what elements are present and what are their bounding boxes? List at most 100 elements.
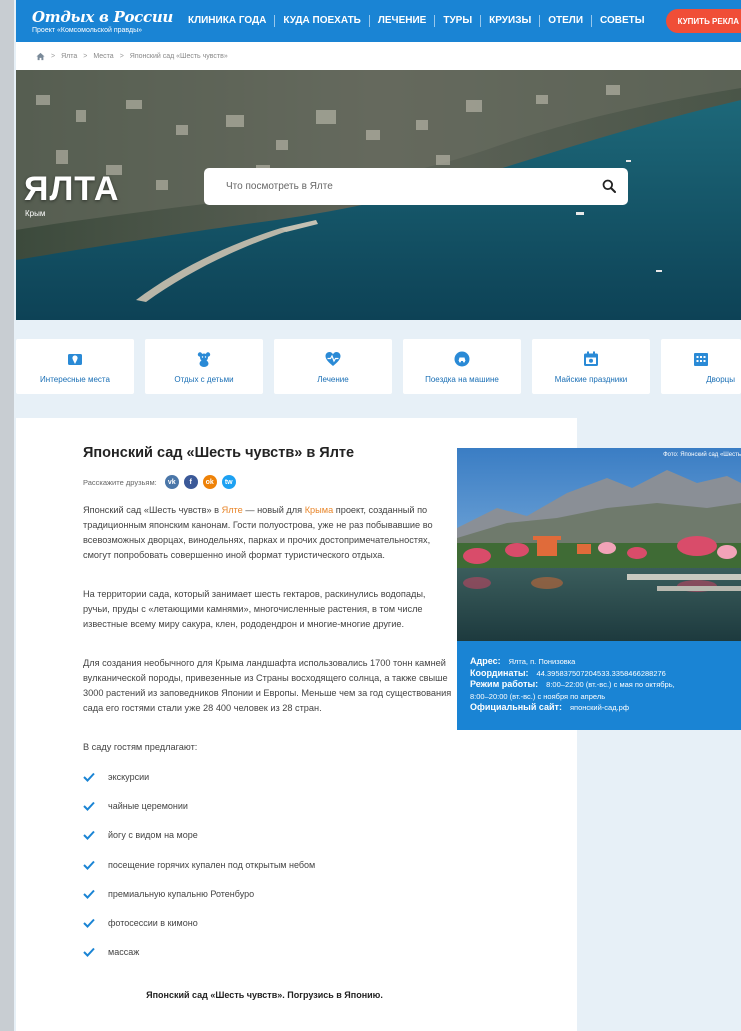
nav-item-tours[interactable]: ТУРЫ	[435, 15, 482, 27]
category-label: Интересные места	[40, 375, 110, 384]
info-value: Ялта, п. Понизовка	[508, 657, 576, 666]
category-car-trip[interactable]: Поездка на машине	[403, 339, 521, 394]
search-input[interactable]	[226, 181, 586, 192]
share-bar: Расскажите друзьям: vk f ok tw	[83, 475, 241, 489]
check-icon	[83, 889, 95, 899]
category-palaces[interactable]: Дворцы	[661, 339, 741, 394]
list-item-text: фотосессии в кимоно	[108, 918, 198, 929]
search-icon[interactable]	[602, 179, 616, 193]
check-icon	[83, 831, 95, 841]
list-item: экскурсии	[83, 762, 315, 791]
check-icon	[83, 948, 95, 958]
list-item: чайные церемонии	[83, 791, 315, 820]
garden-photo[interactable]: Фото: Японский сад «Шесть	[457, 448, 741, 641]
category-label: Поездка на машине	[425, 375, 499, 384]
search-box	[204, 168, 628, 205]
place-info-box: Адрес: Ялта, п. Понизовка Координаты: 44.3…	[457, 641, 741, 730]
home-icon[interactable]	[36, 52, 45, 61]
list-item-text: чайные церемонии	[108, 800, 188, 811]
category-label: Дворцы	[706, 375, 735, 384]
list-item-text: массаж	[108, 947, 140, 958]
info-hours-line2: 8:00–20:00 (вт.-вс.) с ноября по апрель	[470, 691, 741, 703]
odnoklassniki-share-icon[interactable]: ok	[202, 475, 217, 489]
info-key: Адрес:	[470, 656, 501, 666]
category-interesting-places[interactable]: Интересные места	[16, 339, 134, 394]
logo-title: Отдых в России	[32, 7, 174, 26]
nav-item-where-to-go[interactable]: КУДА ПОЕХАТЬ	[275, 15, 370, 27]
text-fragment: — новый для	[242, 505, 305, 515]
calendar-icon	[584, 351, 598, 366]
link-yalta[interactable]: Ялте	[222, 505, 243, 515]
site-header: Отдых в России Проект «Комсомольской пра…	[16, 0, 741, 42]
check-icon	[83, 860, 95, 870]
link-crimea[interactable]: Крыма	[305, 505, 334, 515]
paragraph-landscape: Для создания необычного для Крыма ландша…	[83, 658, 452, 713]
info-coordinates: Координаты: 44.395837507204533.3358466288…	[470, 668, 741, 680]
facebook-share-icon[interactable]: f	[183, 475, 198, 489]
main-nav: КЛИНИКА ГОДА КУДА ПОЕХАТЬ ЛЕЧЕНИЕ ТУРЫ К…	[180, 15, 653, 27]
category-label: Отдых с детьми	[174, 375, 234, 384]
check-icon	[83, 918, 95, 929]
paragraph-offers-intro: В саду гостям предлагают:	[83, 742, 198, 752]
info-key: Координаты:	[470, 667, 529, 678]
breadcrumb-item-yalta[interactable]: Ялта	[61, 53, 77, 60]
breadcrumb-separator: >	[119, 52, 124, 60]
check-icon	[83, 772, 95, 782]
list-item-text: премиальную купальню Ротенбуро	[108, 888, 255, 899]
info-address: Адрес: Ялта, п. Понизовка	[470, 656, 741, 668]
list-item: премиальную купальню Ротенбуро	[83, 879, 315, 908]
info-key: Официальный сайт:	[470, 702, 562, 712]
info-hours: Режим работы: 8:00–22:00 (вт.-вс.) с мая …	[470, 679, 741, 691]
text-fragment: Японский сад «Шесть чувств» в	[83, 505, 222, 515]
info-website: Официальный сайт: японский-сад.рф	[470, 702, 741, 714]
breadcrumb-separator: >	[83, 52, 88, 60]
offers-list: экскурсии чайные церемонии йогу с видом …	[83, 762, 315, 967]
nav-item-cruises[interactable]: КРУИЗЫ	[481, 15, 541, 27]
breadcrumb-item-places[interactable]: Места	[93, 53, 113, 60]
category-strip: Интересные места Отдых с детьми Лечение …	[16, 339, 741, 395]
list-item: фотосессии в кимоно	[83, 908, 315, 937]
garden-photo-image	[457, 448, 741, 641]
list-item-text: йогу с видом на море	[108, 830, 198, 841]
list-item: посещение горячих купален под открытым н…	[83, 850, 315, 879]
buy-ad-button[interactable]: КУПИТЬ РЕКЛА	[665, 9, 741, 33]
site-logo[interactable]: Отдых в России Проект «Комсомольской пра…	[16, 9, 176, 34]
share-label: Расскажите друзьям:	[83, 477, 157, 487]
palace-icon	[694, 353, 708, 366]
vk-share-icon[interactable]: vk	[164, 475, 179, 489]
map-pin-icon	[68, 354, 82, 365]
nav-item-hotels[interactable]: ОТЕЛИ	[540, 15, 593, 27]
info-key: Режим работы:	[470, 679, 539, 689]
logo-subtitle: Проект «Комсомольской правды»	[32, 26, 143, 34]
list-item-text: посещение горячих купален под открытым н…	[108, 859, 316, 870]
video-caption: Японский сад «Шесть чувств». Погрузись в…	[146, 990, 383, 1000]
info-value[interactable]: 44.395837507204533.3358466288276	[537, 669, 666, 678]
list-item-text: экскурсии	[108, 771, 150, 782]
heart-pulse-icon	[325, 352, 341, 366]
breadcrumb-separator: >	[51, 52, 56, 60]
nav-item-treatment[interactable]: ЛЕЧЕНИЕ	[370, 15, 436, 27]
category-treatment[interactable]: Лечение	[274, 339, 392, 394]
twitter-share-icon[interactable]: tw	[221, 475, 236, 489]
teddy-bear-icon	[197, 352, 211, 367]
nav-item-clinic[interactable]: КЛИНИКА ГОДА	[180, 15, 276, 27]
category-label: Майские праздники	[554, 375, 628, 384]
website-link[interactable]: японский-сад.рф	[570, 703, 629, 712]
car-icon	[454, 351, 470, 367]
category-kids[interactable]: Отдых с детьми	[145, 339, 263, 394]
info-value: 8:00–22:00 (вт.-вс.) с мая по октябрь,	[546, 680, 675, 689]
window-frame-left	[0, 0, 14, 1031]
breadcrumb-item-current: Японский сад «Шесть чувств»	[129, 52, 228, 60]
list-item: массаж	[83, 938, 315, 967]
check-icon	[83, 801, 95, 811]
paragraph-territory: На территории сада, который занимает шес…	[83, 589, 426, 629]
article-title: Японский сад «Шесть чувств» в Ялте	[83, 445, 355, 461]
paragraph-intro: Японский сад «Шесть чувств» в Ялте — нов…	[83, 503, 453, 563]
region-label: Крым	[25, 209, 46, 218]
hero-banner: ЯЛТА Крым	[16, 70, 741, 320]
photo-credit: Фото: Японский сад «Шесть	[663, 452, 741, 458]
category-may-holidays[interactable]: Майские праздники	[532, 339, 650, 394]
list-item: йогу с видом на море	[83, 821, 315, 850]
nav-item-tips[interactable]: СОВЕТЫ	[592, 15, 653, 27]
category-label: Лечение	[317, 375, 349, 384]
